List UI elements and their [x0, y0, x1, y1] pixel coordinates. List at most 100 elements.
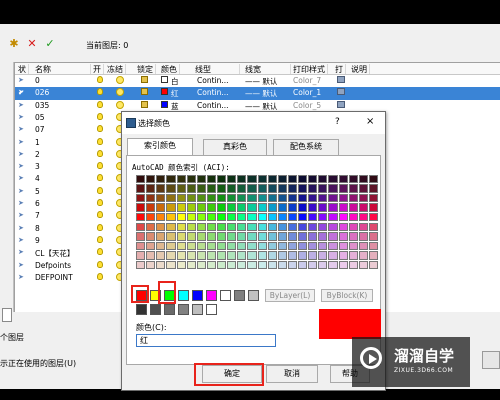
aci-color-cell[interactable]: [186, 260, 196, 269]
show-used-layers-option[interactable]: 示正在使用的图层(U): [0, 358, 76, 369]
header-status[interactable]: 状: [18, 64, 29, 74]
aci-color-cell[interactable]: [277, 184, 287, 193]
layer-on-icon[interactable]: [97, 149, 103, 157]
aci-color-cell[interactable]: [328, 175, 338, 184]
tab-color-books[interactable]: 配色系统: [273, 139, 339, 155]
aci-color-cell[interactable]: [247, 212, 257, 221]
aci-color-cell[interactable]: [287, 223, 297, 232]
header-plot[interactable]: 打: [335, 64, 346, 74]
aci-color-cell[interactable]: [186, 193, 196, 203]
aci-color-cell[interactable]: [176, 223, 186, 232]
aci-color-cell[interactable]: [328, 251, 338, 260]
aci-color-cell[interactable]: [368, 251, 378, 260]
aci-color-cell[interactable]: [267, 260, 277, 269]
aci-color-cell[interactable]: [368, 223, 378, 232]
aci-color-cell[interactable]: [156, 241, 166, 251]
aci-color-cell[interactable]: [176, 251, 186, 260]
aci-color-cell[interactable]: [136, 241, 146, 251]
layer-on-icon[interactable]: [97, 88, 103, 96]
aci-color-cell[interactable]: [217, 193, 227, 203]
aci-color-cell[interactable]: [237, 223, 247, 232]
aci-color-cell[interactable]: [247, 232, 257, 241]
aci-color-cell[interactable]: [298, 251, 308, 260]
aci-color-cell[interactable]: [257, 203, 267, 212]
aci-color-cell[interactable]: [277, 203, 287, 212]
color-swatch-blue[interactable]: [192, 290, 203, 301]
aci-color-cell[interactable]: [247, 184, 257, 193]
aci-color-cell[interactable]: [186, 203, 196, 212]
layer-on-icon[interactable]: [97, 76, 103, 83]
aci-color-cell[interactable]: [237, 193, 247, 203]
aci-color-cell[interactable]: [247, 241, 257, 251]
color-swatch-gray-252[interactable]: [164, 304, 175, 315]
aci-color-cell[interactable]: [358, 212, 368, 221]
aci-color-cell[interactable]: [136, 203, 146, 212]
layer-on-icon[interactable]: [97, 137, 103, 145]
aci-color-cell[interactable]: [146, 232, 156, 241]
aci-color-cell[interactable]: [308, 212, 318, 221]
layer-lineweight[interactable]: —— 默认: [245, 101, 277, 112]
color-swatch-gray-251[interactable]: [150, 304, 161, 315]
aci-color-cell[interactable]: [136, 193, 146, 203]
color-swatch-magenta[interactable]: [206, 290, 217, 301]
aci-color-cell[interactable]: [267, 223, 277, 232]
aci-color-cell[interactable]: [358, 232, 368, 241]
aci-color-cell[interactable]: [308, 232, 318, 241]
aci-color-cell[interactable]: [338, 241, 348, 251]
aci-color-cell[interactable]: [196, 232, 206, 241]
aci-color-cell[interactable]: [176, 212, 186, 221]
set-current-icon[interactable]: ✓: [44, 38, 56, 50]
layer-on-icon[interactable]: [97, 162, 103, 170]
aci-color-cell[interactable]: [298, 184, 308, 193]
aci-color-cell[interactable]: [186, 241, 196, 251]
aci-color-cell[interactable]: [318, 223, 328, 232]
aci-color-cell[interactable]: [257, 232, 267, 241]
aci-color-cell[interactable]: [176, 193, 186, 203]
aci-color-cell[interactable]: [298, 175, 308, 184]
aci-color-cell[interactable]: [196, 223, 206, 232]
aci-color-cell[interactable]: [338, 203, 348, 212]
aci-color-cell[interactable]: [318, 193, 328, 203]
header-color[interactable]: 颜色: [161, 64, 180, 74]
color-swatch-cyan[interactable]: [178, 290, 189, 301]
aci-color-cell[interactable]: [277, 223, 287, 232]
cancel-button[interactable]: 取消: [266, 365, 318, 383]
color-swatch-gray-8[interactable]: [234, 290, 245, 301]
aci-color-cell[interactable]: [368, 212, 378, 221]
layer-on-icon[interactable]: [97, 272, 103, 280]
aci-color-cell[interactable]: [206, 193, 216, 203]
aci-color-cell[interactable]: [176, 184, 186, 193]
aci-color-cell[interactable]: [156, 260, 166, 269]
aci-color-cell[interactable]: [277, 212, 287, 221]
header-lineweight[interactable]: 线宽: [245, 64, 291, 74]
aci-color-cell[interactable]: [166, 175, 176, 184]
aci-color-cell[interactable]: [136, 232, 146, 241]
aci-color-cell[interactable]: [156, 251, 166, 260]
aci-color-cell[interactable]: [166, 232, 176, 241]
aci-color-cell[interactable]: [217, 223, 227, 232]
aci-color-cell[interactable]: [206, 212, 216, 221]
header-lock[interactable]: 锁定: [137, 64, 156, 74]
aci-color-cell[interactable]: [217, 260, 227, 269]
color-input[interactable]: 红: [136, 334, 276, 347]
layer-row[interactable]: ✔ ➤ 026 红 Contin... —— 默认 Color_1: [15, 87, 500, 100]
aci-color-cell[interactable]: [308, 251, 318, 260]
aci-color-cell[interactable]: [358, 241, 368, 251]
aci-color-cell[interactable]: [277, 260, 287, 269]
aci-color-cell[interactable]: [237, 251, 247, 260]
aci-color-cell[interactable]: [338, 260, 348, 269]
aci-color-cell[interactable]: [156, 223, 166, 232]
layer-lineweight[interactable]: —— 默认: [245, 88, 277, 99]
aci-color-cell[interactable]: [196, 260, 206, 269]
header-on[interactable]: 开: [93, 64, 104, 74]
aci-color-cell[interactable]: [206, 184, 216, 193]
aci-color-cell[interactable]: [348, 203, 358, 212]
aci-color-cell[interactable]: [196, 251, 206, 260]
aci-color-cell[interactable]: [287, 175, 297, 184]
aci-color-cell[interactable]: [308, 175, 318, 184]
header-name[interactable]: 名称: [35, 64, 91, 74]
aci-color-cell[interactable]: [358, 251, 368, 260]
aci-color-cell[interactable]: [247, 175, 257, 184]
aci-color-cell[interactable]: [338, 193, 348, 203]
aci-color-cell[interactable]: [206, 241, 216, 251]
